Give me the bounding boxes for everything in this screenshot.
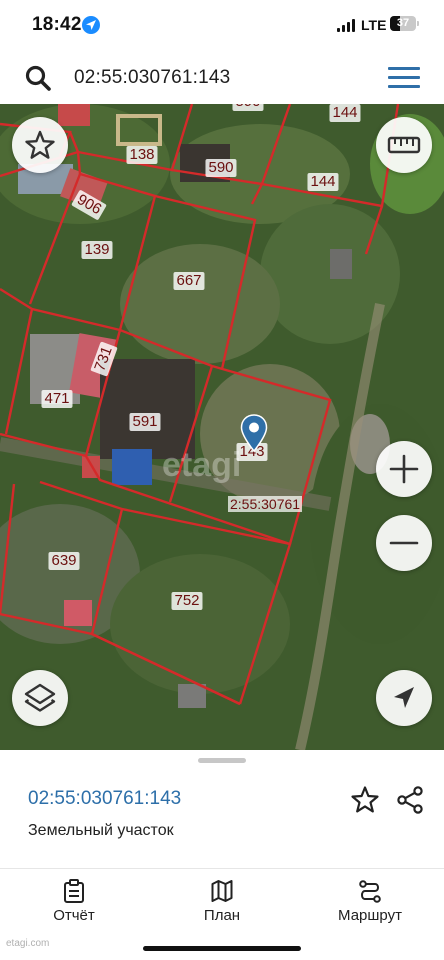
status-bar: 18:42 LTE 37 bbox=[0, 0, 444, 52]
zoom-in-button[interactable] bbox=[376, 441, 432, 497]
parcel-type: Земельный участок bbox=[28, 822, 174, 839]
status-time: 18:42 bbox=[32, 14, 82, 35]
signal-icon bbox=[337, 18, 357, 32]
plus-icon bbox=[389, 454, 419, 484]
parcel-label[interactable]: 471 bbox=[41, 390, 73, 408]
search-input[interactable]: 02:55:030761:143 bbox=[74, 67, 230, 89]
tab-plan[interactable]: План bbox=[148, 869, 296, 929]
share-icon[interactable] bbox=[394, 784, 426, 816]
search-icon[interactable] bbox=[24, 64, 52, 92]
star-icon[interactable] bbox=[349, 784, 381, 816]
star-icon bbox=[25, 130, 55, 159]
tab-label: Отчёт bbox=[53, 907, 95, 924]
favorites-button[interactable] bbox=[12, 117, 68, 173]
layers-button[interactable] bbox=[12, 670, 68, 726]
parcel-cadastral-number[interactable]: 02:55:030761:143 bbox=[28, 788, 181, 810]
parcel-label[interactable]: 590 bbox=[232, 104, 264, 111]
minus-icon bbox=[389, 541, 419, 545]
tab-label: Маршрут bbox=[338, 907, 402, 924]
watermark: etagi bbox=[162, 446, 242, 484]
locate-me-button[interactable] bbox=[376, 670, 432, 726]
ruler-icon bbox=[387, 136, 421, 154]
zoom-out-button[interactable] bbox=[376, 515, 432, 571]
satellite-imagery bbox=[0, 104, 444, 750]
layers-icon bbox=[24, 683, 56, 712]
tab-report[interactable]: Отчёт bbox=[0, 869, 148, 929]
route-icon bbox=[359, 880, 381, 903]
parcel-label[interactable]: 752 bbox=[171, 592, 203, 610]
map-pin-icon bbox=[240, 414, 268, 452]
map-view[interactable]: 590 138 590 144 144 906 139 667 731 471 … bbox=[0, 104, 444, 750]
map-icon bbox=[211, 880, 233, 902]
location-arrow-icon bbox=[82, 16, 100, 34]
battery-tip bbox=[417, 21, 419, 26]
clipboard-icon bbox=[64, 879, 84, 903]
home-indicator bbox=[143, 946, 301, 951]
search-bar[interactable]: 02:55:030761:143 bbox=[8, 56, 436, 100]
parcel-label[interactable]: 590 bbox=[205, 159, 237, 177]
battery-level: 37 bbox=[396, 17, 410, 29]
parcel-label[interactable]: 139 bbox=[81, 241, 113, 259]
hamburger-menu-icon[interactable] bbox=[388, 66, 422, 90]
parcel-label[interactable]: 144 bbox=[329, 104, 361, 122]
tab-label: План bbox=[203, 907, 241, 924]
battery-icon: 37 bbox=[390, 16, 416, 31]
parcel-label[interactable]: 667 bbox=[173, 272, 205, 290]
parcel-info-sheet[interactable]: 02:55:030761:143 Земельный участок bbox=[0, 750, 444, 868]
ruler-button[interactable] bbox=[376, 117, 432, 173]
parcel-label[interactable]: 591 bbox=[129, 413, 161, 431]
corner-watermark: etagi.com bbox=[6, 938, 50, 949]
parcel-label[interactable]: 639 bbox=[48, 552, 80, 570]
parcel-label[interactable]: 144 bbox=[307, 173, 339, 191]
parcel-label[interactable]: 138 bbox=[126, 146, 158, 164]
tab-route[interactable]: Маршрут bbox=[296, 869, 444, 929]
sheet-grabber[interactable] bbox=[198, 758, 246, 763]
network-type: LTE bbox=[361, 17, 387, 33]
cadastral-quarter-label: 2:55:30761 bbox=[228, 496, 303, 512]
navigation-arrow-icon bbox=[394, 687, 414, 708]
